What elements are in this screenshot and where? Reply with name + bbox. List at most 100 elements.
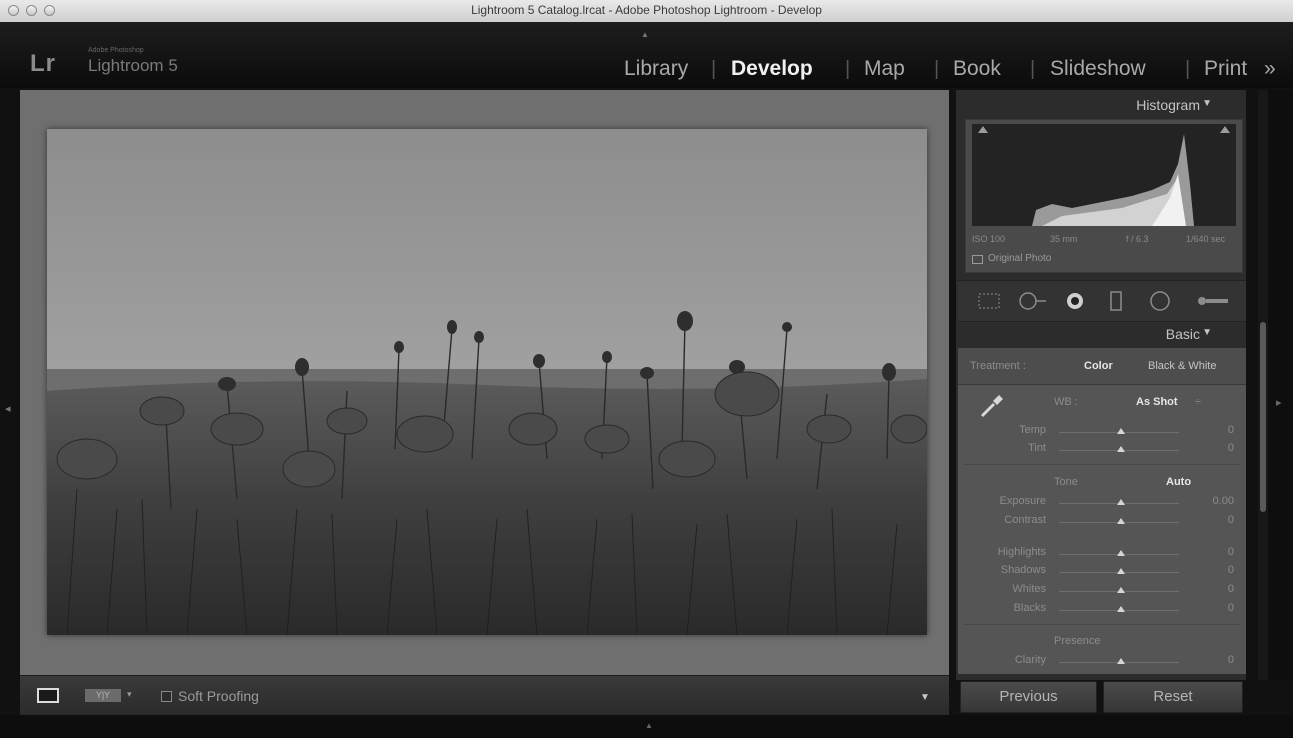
wb-select[interactable]: As Shot [1136,396,1178,408]
original-photo-checkbox[interactable] [972,255,983,264]
shadow-clipping-icon[interactable] [978,126,988,133]
shadows-value[interactable]: 0 [1194,564,1234,576]
shadows-label: Shadows [1000,564,1046,576]
spot-removal-tool-icon[interactable] [1014,291,1050,311]
collapse-histogram-icon[interactable]: ▼ [1202,98,1212,109]
temp-value[interactable]: 0 [1194,424,1234,436]
module-separator: | [934,58,940,80]
contrast-value[interactable]: 0 [1194,514,1234,526]
before-after-dropdown-icon[interactable]: ▾ [127,689,132,700]
module-header: ▲ Lr Adobe Photoshop Lightroom 5 Library… [0,22,1293,88]
tone-label: Tone [1054,476,1078,488]
exif-iso: ISO 100 [972,234,1006,244]
exposure-label: Exposure [999,495,1046,507]
exif-shutter: 1/640 sec [1186,234,1226,244]
module-print[interactable]: Print [1204,57,1247,81]
exif-aperture: f / 6.3 [1126,234,1149,244]
blacks-slider[interactable] [1059,606,1179,617]
tint-label: Tint [1028,442,1046,454]
module-separator: | [711,58,717,80]
histogram-header[interactable]: Histogram ▼ [956,94,1246,116]
soft-proofing-checkbox[interactable] [161,691,172,702]
previous-button[interactable]: Previous [960,681,1097,713]
image-toolbar: Y|Y ▾ Soft Proofing ▼ [20,675,949,716]
red-eye-tool-icon[interactable] [1064,291,1086,311]
company-name: Adobe Photoshop [88,47,144,54]
whites-label: Whites [1012,583,1046,595]
exif-focal-length: 35 mm [1050,234,1078,244]
tint-value[interactable]: 0 [1194,442,1234,454]
histogram-panel: ISO 100 35 mm f / 6.3 1/640 sec Original… [965,119,1243,273]
window-title: Lightroom 5 Catalog.lrcat - Adobe Photos… [471,3,822,17]
crop-tool-icon[interactable] [976,291,1002,311]
adjustment-brush-icon[interactable] [1194,291,1232,311]
exposure-slider[interactable] [1059,499,1179,510]
collapse-left-panel-icon[interactable]: ◂ [5,402,11,415]
section-divider [964,624,1240,625]
highlights-slider[interactable] [1059,550,1179,561]
develop-tool-strip [958,280,1246,322]
whites-value[interactable]: 0 [1194,583,1234,595]
collapse-filmstrip-icon[interactable]: ▲ [645,721,653,730]
tint-slider[interactable] [1059,446,1179,457]
contrast-label: Contrast [1004,514,1046,526]
histogram-title: Histogram [1136,97,1200,113]
treatment-row: Treatment : Color Black & White [958,348,1246,385]
whites-slider[interactable] [1059,587,1179,598]
module-map[interactable]: Map [864,57,905,81]
temp-slider[interactable] [1059,428,1179,439]
module-separator: | [1030,58,1036,80]
right-edge [1268,90,1293,680]
treatment-label: Treatment : [970,360,1026,372]
highlight-clipping-icon[interactable] [1220,126,1230,133]
soft-proofing-label: Soft Proofing [178,688,259,704]
wb-select-chevron-icon[interactable]: ÷ [1195,396,1201,408]
section-divider [964,464,1240,465]
radial-filter-icon[interactable] [1148,291,1172,311]
module-separator: | [845,58,851,80]
module-separator: | [1185,58,1191,80]
clarity-value[interactable]: 0 [1194,654,1234,666]
clarity-slider[interactable] [1059,658,1179,669]
histogram-graph[interactable] [972,124,1236,226]
module-develop[interactable]: Develop [731,57,813,81]
presence-label: Presence [1054,635,1101,647]
original-photo-label: Original Photo [988,253,1052,264]
blacks-label: Blacks [1013,602,1046,614]
highlights-value[interactable]: 0 [1194,546,1234,558]
blacks-value[interactable]: 0 [1194,602,1234,614]
auto-tone-button[interactable]: Auto [1166,476,1191,488]
treatment-color-button[interactable]: Color [1084,360,1113,372]
contrast-slider[interactable] [1059,518,1179,529]
reset-button[interactable]: Reset [1103,681,1243,713]
module-overflow-icon[interactable]: » [1264,57,1276,81]
lr-logo: Lr [30,50,56,77]
collapse-right-panel-icon[interactable]: ▸ [1276,396,1282,409]
highlights-label: Highlights [997,546,1046,558]
collapse-basic-icon[interactable]: ▼ [1202,327,1212,338]
lightroom-window: Lightroom 5 Catalog.lrcat - Adobe Photos… [0,0,1293,738]
toolbar-options-icon[interactable]: ▼ [920,692,930,703]
basic-panel: Treatment : Color Black & White WB : As … [958,348,1246,674]
before-after-button[interactable]: Y|Y [85,689,121,702]
treatment-bw-button[interactable]: Black & White [1148,360,1216,372]
loupe-view-button[interactable] [37,688,59,703]
title-bar: Lightroom 5 Catalog.lrcat - Adobe Photos… [0,0,1293,23]
exposure-value[interactable]: 0.00 [1194,495,1234,507]
module-slideshow[interactable]: Slideshow [1050,57,1146,81]
basic-header[interactable]: Basic ▼ [956,323,1246,345]
filmstrip-collapsed: ▲ [0,715,1293,738]
module-library[interactable]: Library [624,57,688,81]
module-book[interactable]: Book [953,57,1001,81]
collapse-top-panel-icon[interactable]: ▲ [641,30,649,39]
clarity-label: Clarity [1014,654,1046,666]
basic-title: Basic [1165,326,1200,342]
photo-preview [47,129,927,635]
product-name: Lightroom 5 [88,56,178,75]
wb-eyedropper-icon[interactable] [978,392,1006,420]
wb-label: WB : [1054,396,1078,408]
graduated-filter-icon[interactable] [1108,291,1124,311]
scrollbar-thumb[interactable] [1260,322,1266,512]
temp-label: Temp [1019,424,1046,436]
shadows-slider[interactable] [1059,568,1179,579]
